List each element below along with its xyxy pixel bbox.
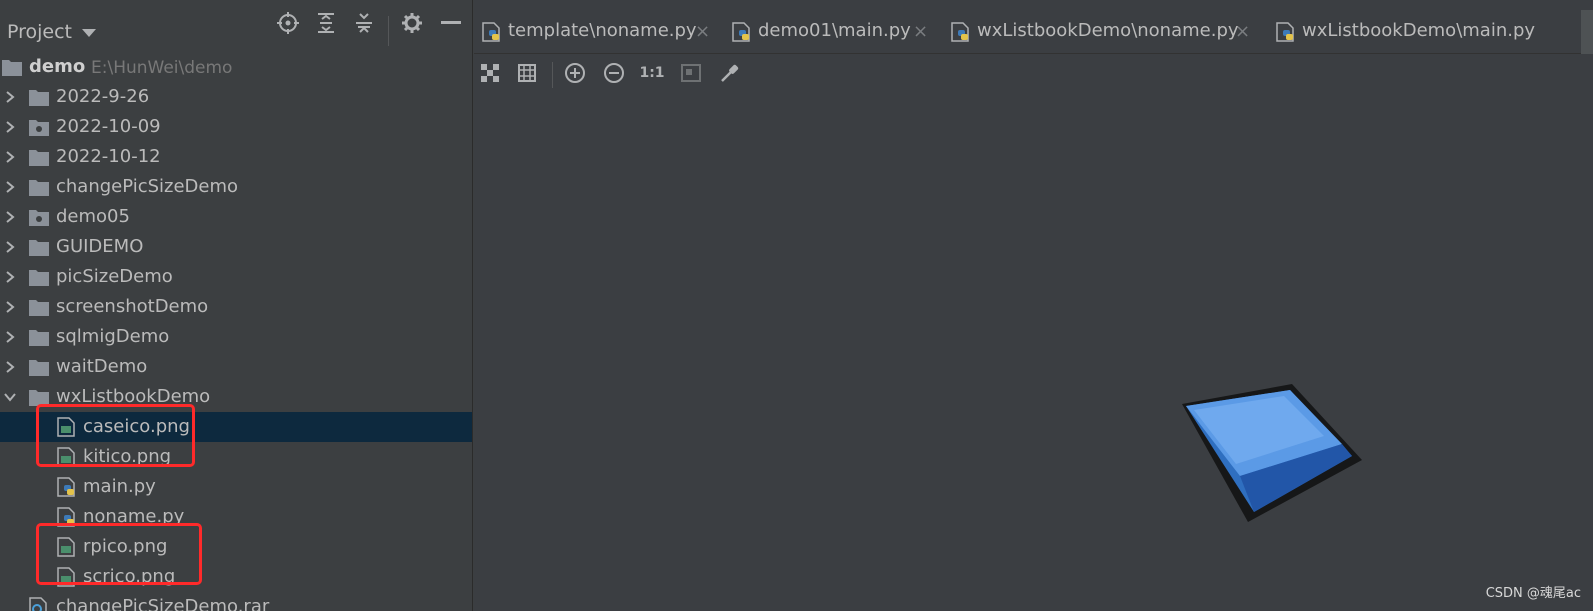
chessboard-icon[interactable] — [477, 60, 503, 86]
tab-scrollbar[interactable] — [1581, 10, 1593, 54]
tab-label: wxListbookDemo\main.py — [1302, 20, 1536, 41]
chevron-right-icon[interactable] — [3, 360, 17, 374]
minimize-icon[interactable] — [438, 10, 464, 36]
chevron-right-icon[interactable] — [3, 210, 17, 224]
module-folder-icon — [29, 210, 49, 226]
color-picker-icon[interactable] — [717, 60, 743, 86]
chevron-right-icon[interactable] — [3, 150, 17, 164]
chevron-down-icon[interactable] — [3, 390, 17, 404]
chevron-down-icon[interactable] — [82, 29, 97, 37]
tree-folder[interactable]: 2022-10-09 — [0, 112, 472, 142]
folder-icon — [29, 330, 49, 346]
folder-icon — [29, 150, 49, 166]
archive-file-icon — [29, 597, 47, 611]
editor-tab[interactable]: wxListbookDemo\main.py — [1276, 10, 1556, 54]
chevron-right-icon[interactable] — [3, 90, 17, 104]
watermark: CSDN @魂尾ac — [1485, 586, 1581, 601]
chevron-right-icon[interactable] — [3, 330, 17, 344]
grid-icon[interactable] — [514, 60, 540, 86]
tab-label: template\noname.py — [508, 20, 697, 41]
folder-icon — [29, 270, 49, 286]
tree-folder-label: changePicSizeDemo — [56, 176, 239, 197]
folder-icon — [29, 360, 49, 376]
tree-file[interactable]: main.py — [0, 472, 472, 502]
chevron-right-icon[interactable] — [3, 120, 17, 134]
tree-root[interactable]: demo E:\HunWei\demo — [0, 52, 472, 82]
tree-folder[interactable]: demo05 — [0, 202, 472, 232]
close-icon[interactable]: × — [913, 21, 928, 42]
folder-icon — [29, 90, 49, 106]
python-file-icon — [951, 22, 969, 42]
header-divider — [388, 16, 389, 46]
folder-icon — [29, 180, 49, 196]
close-icon[interactable]: × — [1235, 21, 1250, 42]
tree-folder[interactable]: sqlmigDemo — [0, 322, 472, 352]
fit-zoom-icon[interactable] — [678, 60, 704, 86]
editor-tab[interactable]: wxListbookDemo\noname.py × — [951, 10, 1266, 54]
highlight-box — [36, 404, 195, 467]
folder-icon — [29, 240, 49, 256]
tree-folder-label: picSizeDemo — [56, 266, 173, 287]
expand-all-icon[interactable] — [313, 10, 339, 36]
tree-folder-label: waitDemo — [56, 356, 148, 377]
tree-root-path: E:\HunWei\demo — [91, 58, 233, 78]
tree-folder[interactable]: waitDemo — [0, 352, 472, 382]
tree-folder-label: GUIDEMO — [56, 236, 144, 257]
collapse-all-icon[interactable] — [351, 10, 377, 36]
folder-icon — [29, 300, 49, 316]
python-file-icon — [482, 22, 500, 42]
module-folder-icon — [29, 120, 49, 136]
zoom-out-icon[interactable] — [601, 60, 627, 86]
actual-size-label: 1:1 — [639, 65, 665, 81]
highlight-box — [36, 523, 202, 585]
tree-folder-label: 2022-9-26 — [56, 86, 150, 107]
tab-label: wxListbookDemo\noname.py — [977, 20, 1239, 41]
zoom-in-icon[interactable] — [562, 60, 588, 86]
editor-area: template\noname.py × demo01\main.py × wx… — [474, 0, 1593, 611]
chevron-right-icon[interactable] — [3, 300, 17, 314]
tree-folder[interactable]: 2022-10-12 — [0, 142, 472, 172]
chevron-right-icon[interactable] — [3, 240, 17, 254]
tree-folder-label: demo05 — [56, 206, 130, 227]
tree-folder[interactable]: GUIDEMO — [0, 232, 472, 262]
image-preview — [1182, 384, 1362, 522]
tree-file[interactable]: changePicSizeDemo.rar — [0, 592, 472, 611]
close-icon[interactable]: × — [695, 21, 710, 42]
chevron-right-icon[interactable] — [3, 180, 17, 194]
tree-file-label: changePicSizeDemo.rar — [56, 596, 270, 611]
folder-icon — [2, 60, 22, 76]
locate-icon[interactable] — [275, 10, 301, 36]
tree-folder-label: 2022-10-09 — [56, 116, 161, 137]
tree-folder[interactable]: picSizeDemo — [0, 262, 472, 292]
toolbar-divider — [552, 62, 553, 88]
project-panel: Project demo E:\HunWei\demo 2022-9-26 20… — [0, 0, 473, 611]
python-file-icon — [1276, 22, 1294, 42]
tree-folder[interactable]: changePicSizeDemo — [0, 172, 472, 202]
tree-root-label: demo — [29, 56, 86, 77]
tree-folder-label: 2022-10-12 — [56, 146, 161, 167]
editor-tab[interactable]: demo01\main.py × — [732, 10, 942, 54]
python-file-icon — [57, 477, 75, 497]
tab-label: demo01\main.py — [758, 20, 911, 41]
editor-tab[interactable]: template\noname.py × — [482, 10, 722, 54]
editor-tab-bar: template\noname.py × demo01\main.py × wx… — [474, 10, 1593, 54]
tree-folder[interactable]: screenshotDemo — [0, 292, 472, 322]
tree-folder-label: screenshotDemo — [56, 296, 209, 317]
gear-icon[interactable] — [399, 10, 425, 36]
image-viewer-toolbar: 1:1 — [474, 56, 1593, 92]
python-file-icon — [732, 22, 750, 42]
project-view-selector[interactable]: Project — [7, 21, 72, 43]
tree-folder-label: sqlmigDemo — [56, 326, 170, 347]
actual-size-button[interactable]: 1:1 — [639, 60, 665, 86]
chevron-right-icon[interactable] — [3, 270, 17, 284]
tree-folder[interactable]: 2022-9-26 — [0, 82, 472, 112]
tree-file-label: main.py — [83, 476, 156, 497]
